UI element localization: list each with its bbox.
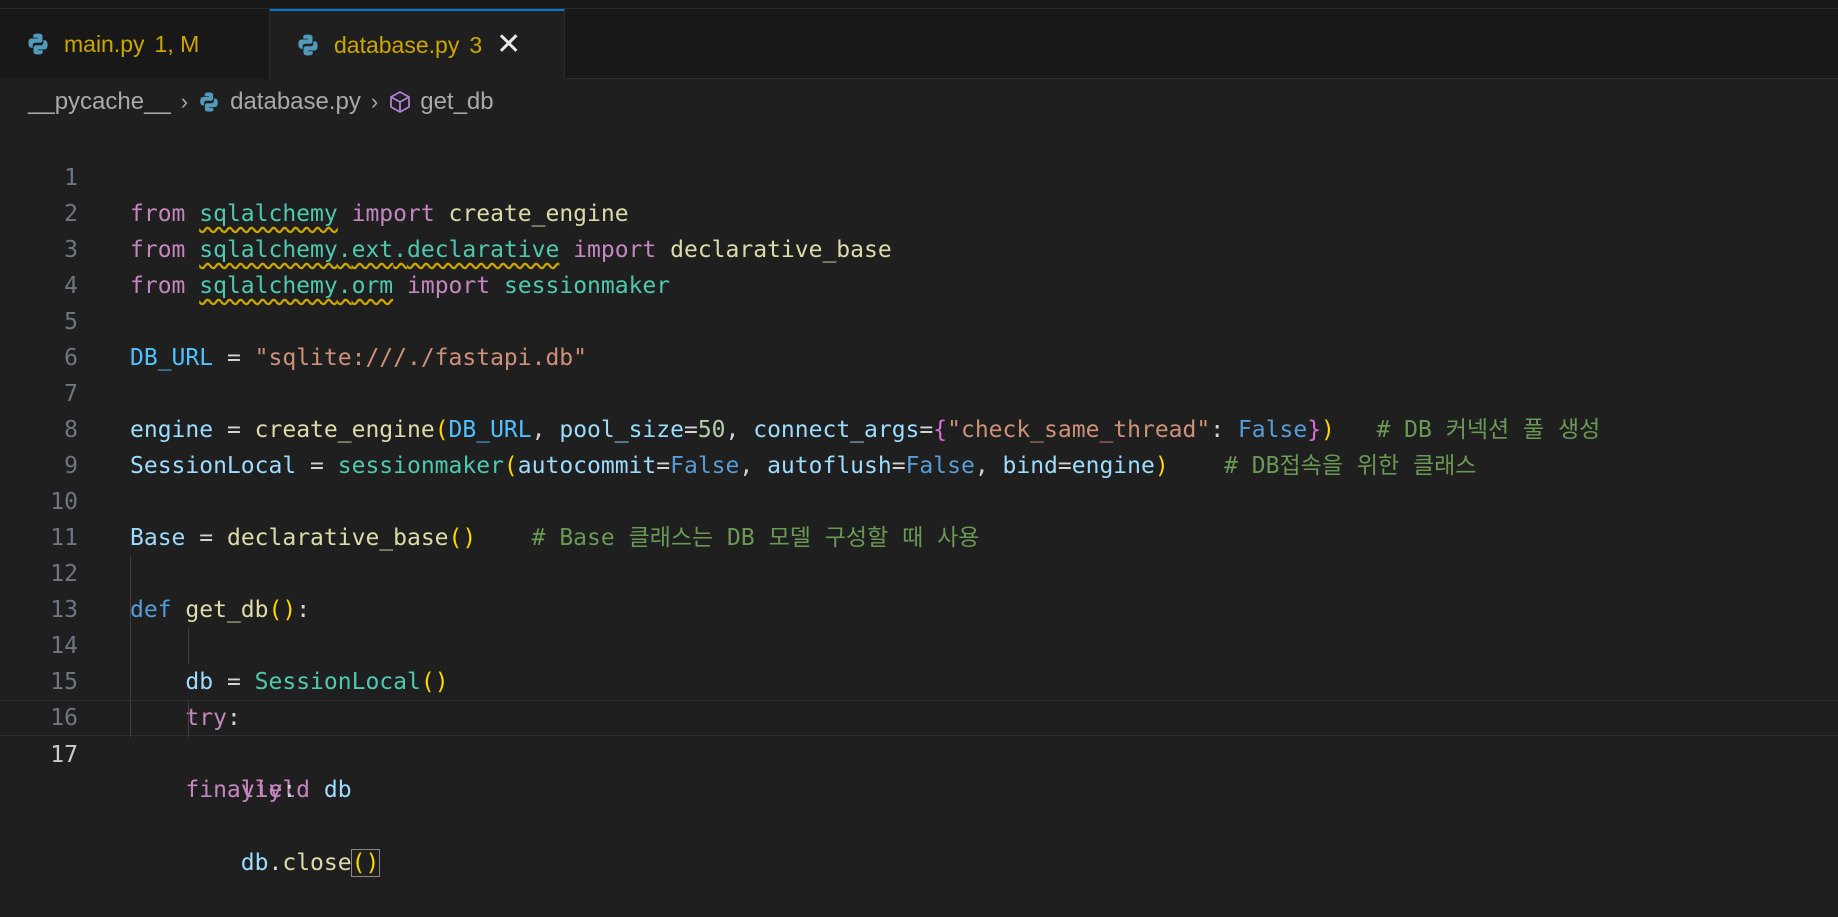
- python-file-icon: [298, 34, 318, 56]
- breadcrumb-folder[interactable]: __pycache__: [28, 88, 171, 116]
- code-line[interactable]: 13 db = SessionLocal(): [0, 556, 1838, 695]
- window-top-edge: [0, 0, 1838, 9]
- code-line[interactable]: 2 from sqlalchemy.ext.declarative import…: [0, 160, 1838, 263]
- code-line[interactable]: 8 SessionLocal = sessionmaker(autocommit…: [0, 376, 1838, 479]
- tab-label: main.py: [64, 30, 145, 57]
- code-line[interactable]: 14 try:: [0, 592, 1838, 731]
- indent-guide: [130, 664, 131, 700]
- indent-guide: [130, 556, 131, 592]
- code-line[interactable]: 4: [0, 232, 1838, 299]
- indent-guide: [188, 701, 189, 737]
- code-editor[interactable]: 1 from sqlalchemy import create_engine 2…: [0, 124, 1838, 877]
- indent-guide: [130, 701, 131, 737]
- code-line[interactable]: 5 DB_URL = "sqlite:///./fastapi.db": [0, 268, 1838, 371]
- chevron-right-icon: ›: [180, 89, 189, 114]
- code-line-current[interactable]: 17 db.close(): [0, 700, 1838, 877]
- line-number: 17: [50, 742, 78, 768]
- code-line[interactable]: 3 from sqlalchemy.orm import sessionmake…: [0, 196, 1838, 299]
- code-line[interactable]: 12 def get_db():: [0, 520, 1838, 623]
- method-cube-icon: [390, 91, 411, 113]
- python-file-icon: [200, 92, 218, 112]
- code-line[interactable]: 1 from sqlalchemy import create_engine: [0, 124, 1838, 227]
- breadcrumb-file[interactable]: database.py: [230, 88, 361, 116]
- indent-guide: [130, 592, 131, 628]
- code-line[interactable]: 11: [0, 484, 1838, 551]
- code-line[interactable]: 10 Base = declarative_base() # Base 클래스는…: [0, 448, 1838, 551]
- breadcrumb: __pycache__ › database.py › get_db: [28, 85, 494, 119]
- chevron-right-icon: ›: [370, 89, 379, 114]
- python-file-icon: [28, 33, 48, 55]
- indent-guide: [130, 628, 131, 664]
- tab-label: database.py: [334, 31, 460, 58]
- code-line[interactable]: 15 yield db: [0, 628, 1838, 803]
- code-line[interactable]: 16 finally:: [0, 664, 1838, 803]
- code-line[interactable]: 6: [0, 304, 1838, 371]
- editor-tab-bar: main.py 1, M database.py 3 ✕: [0, 9, 1838, 79]
- tab-main-py[interactable]: main.py 1, M: [0, 9, 270, 79]
- tab-database-py[interactable]: database.py 3 ✕: [270, 9, 565, 79]
- problem-badge: 1, M: [154, 30, 200, 57]
- problem-badge: 3: [469, 31, 483, 58]
- code-line[interactable]: 7 engine = create_engine(DB_URL, pool_si…: [0, 340, 1838, 443]
- indent-guide: [188, 628, 189, 664]
- code-line[interactable]: 9: [0, 412, 1838, 479]
- breadcrumb-symbol[interactable]: get_db: [420, 88, 493, 116]
- close-icon[interactable]: ✕: [496, 30, 521, 60]
